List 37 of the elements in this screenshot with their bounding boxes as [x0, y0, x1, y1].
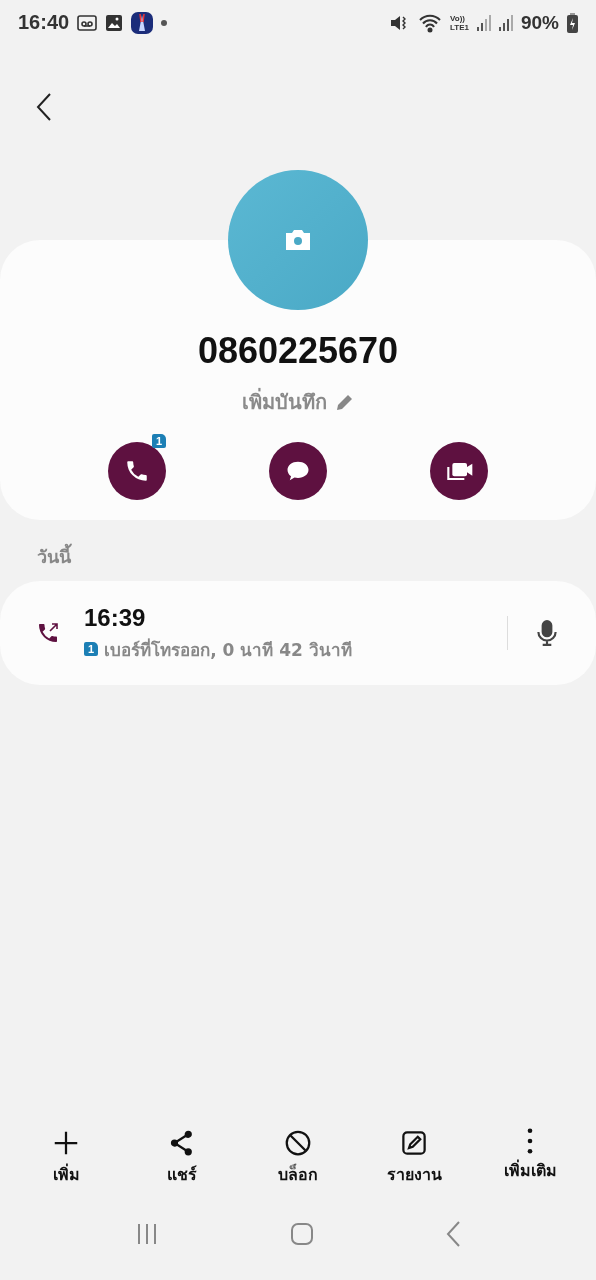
call-description: เบอร์ที่โทรออก, 0 นาที 42 วินาที — [104, 637, 352, 662]
image-icon — [105, 13, 124, 32]
back-button[interactable] — [34, 92, 54, 122]
call-time: 16:39 — [84, 603, 147, 632]
signal-icon — [498, 13, 513, 32]
call-log-item[interactable]: 16:39 1 เบอร์ที่โทรออก, 0 นาที 42 วินาที — [0, 581, 596, 685]
voicemail-icon — [77, 13, 98, 32]
contact-number: 0860225670 — [197, 330, 399, 372]
video-call-button[interactable] — [430, 442, 488, 500]
wifi-icon — [418, 12, 442, 33]
pencil-icon — [334, 392, 355, 412]
clock-time: 16:40 — [18, 11, 70, 34]
signal-icon — [476, 13, 491, 32]
edit-icon — [399, 1128, 429, 1158]
toolbar-button[interactable]: เพิ่มเติม — [475, 1128, 585, 1187]
toolbar-button[interactable]: แชร์ — [127, 1128, 237, 1187]
toolbar-button[interactable]: เพิ่ม — [11, 1128, 121, 1187]
toolbar-button[interactable]: รายงาน — [359, 1128, 469, 1187]
outgoing-call-icon — [36, 621, 60, 645]
battery-percent: 90% — [520, 11, 559, 34]
more-icon — [527, 1128, 533, 1154]
sim-badge: 1 — [84, 642, 99, 656]
toolbar-button[interactable]: บล็อก — [243, 1128, 353, 1187]
home-button[interactable] — [290, 1221, 314, 1246]
volte-label: Vo)) — [450, 13, 465, 23]
block-icon — [283, 1128, 313, 1158]
app-icon — [131, 11, 154, 34]
section-heading: วันนี้ — [0, 520, 596, 581]
lte-label: LTE1 — [450, 22, 469, 32]
microphone-button[interactable] — [534, 619, 560, 647]
back-nav-button[interactable] — [444, 1220, 461, 1247]
message-button[interactable] — [269, 442, 327, 500]
sim-badge: 1 — [151, 434, 166, 448]
camera-icon — [283, 228, 313, 252]
dot-icon — [161, 19, 168, 26]
battery-charging-icon — [567, 12, 578, 33]
phone-icon — [124, 458, 150, 484]
